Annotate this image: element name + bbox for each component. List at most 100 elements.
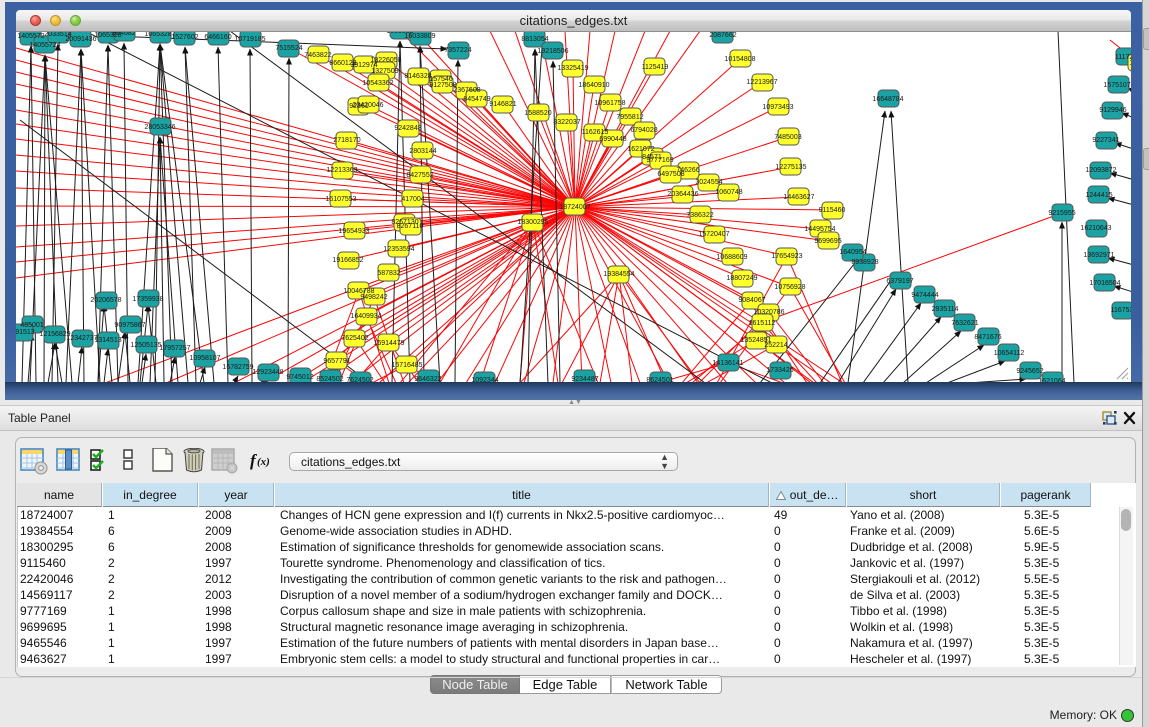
svg-text:1527602: 1527602 — [171, 34, 198, 41]
svg-text:17016504: 17016504 — [1089, 280, 1120, 287]
svg-text:587832: 587832 — [377, 270, 400, 277]
svg-text:10688609: 10688609 — [716, 254, 747, 261]
svg-text:9699695: 9699695 — [814, 238, 841, 245]
svg-text:1621072: 1621072 — [627, 146, 654, 153]
svg-text:9215955: 9215955 — [1048, 210, 1075, 217]
svg-text:13692971: 13692971 — [1083, 252, 1114, 259]
svg-text:19166852: 19166852 — [332, 257, 363, 264]
svg-text:15716485: 15716485 — [391, 362, 422, 369]
svg-text:10719185: 10719185 — [234, 36, 265, 43]
svg-text:8427552: 8427552 — [406, 172, 433, 179]
svg-text:18300295: 18300295 — [517, 219, 548, 226]
svg-text:13226058: 13226058 — [370, 57, 401, 64]
svg-text:13325419: 13325419 — [557, 65, 588, 72]
svg-text:7632621: 7632621 — [951, 320, 978, 327]
svg-text:10756928: 10756928 — [774, 284, 805, 291]
svg-text:20206578: 20206578 — [90, 297, 121, 304]
svg-text:14136141: 14136141 — [712, 360, 743, 367]
svg-text:9234487: 9234487 — [571, 376, 598, 382]
svg-text:8524502: 8524502 — [316, 376, 343, 382]
svg-text:7386322: 7386322 — [686, 212, 713, 219]
svg-text:1092344: 1092344 — [471, 377, 498, 382]
svg-text:12353594: 12353594 — [383, 246, 414, 253]
svg-text:12275135: 12275135 — [775, 164, 806, 171]
svg-text:16033809: 16033809 — [404, 33, 435, 40]
svg-text:1162615: 1162615 — [582, 129, 609, 136]
svg-text:9115460: 9115460 — [819, 207, 846, 214]
svg-text:10961758: 10961758 — [594, 100, 625, 107]
svg-text:12213363: 12213363 — [326, 167, 357, 174]
svg-text:14055724: 14055724 — [29, 42, 60, 49]
svg-text:19654933: 19654933 — [338, 228, 369, 235]
svg-text:6466160: 6466160 — [204, 34, 231, 41]
svg-text:1314513: 1314513 — [94, 337, 121, 344]
svg-text:391513: 391513 — [16, 329, 35, 336]
svg-text:10543362: 10543362 — [362, 80, 393, 87]
svg-text:8471676: 8471676 — [974, 334, 1001, 341]
svg-text:6794028: 6794028 — [630, 127, 657, 134]
svg-text:16107553: 16107553 — [325, 196, 356, 203]
svg-text:2087662: 2087662 — [709, 32, 736, 39]
svg-text:7485003: 7485003 — [774, 134, 801, 141]
svg-text:15751074: 15751074 — [1103, 82, 1131, 89]
svg-text:7515524: 7515524 — [275, 45, 302, 52]
svg-text:8146328: 8146328 — [404, 73, 431, 80]
svg-text:9657791: 9657791 — [323, 358, 350, 365]
svg-text:1125419: 1125419 — [642, 64, 669, 71]
svg-text:16782759: 16782759 — [222, 364, 253, 371]
svg-text:14495754: 14495754 — [804, 226, 835, 233]
svg-text:16409934: 16409934 — [350, 313, 381, 320]
svg-text:8322037: 8322037 — [553, 119, 580, 126]
svg-text:116753: 116753 — [1111, 307, 1131, 314]
svg-text:16914479: 16914479 — [373, 340, 404, 347]
svg-text:10973493: 10973493 — [762, 104, 793, 111]
svg-text:18640910: 18640910 — [578, 82, 609, 89]
svg-text:14463627: 14463627 — [783, 194, 814, 201]
svg-text:9646322: 9646322 — [414, 376, 441, 382]
svg-text:1588520: 1588520 — [524, 110, 551, 117]
svg-text:28053346: 28053346 — [144, 124, 175, 131]
svg-text:964682: 964682 — [112, 32, 135, 37]
svg-text:12342737: 12342737 — [66, 335, 97, 342]
svg-text:8813054: 8813054 — [521, 36, 548, 43]
svg-text:2718170: 2718170 — [333, 137, 360, 144]
svg-text:17359938: 17359938 — [132, 296, 163, 303]
svg-text:7463822: 7463822 — [304, 52, 331, 59]
svg-text:2803144: 2803144 — [409, 148, 436, 155]
svg-text:7625402: 7625402 — [341, 335, 368, 342]
svg-text:9474444: 9474444 — [911, 292, 938, 299]
svg-text:485001: 485001 — [20, 322, 43, 329]
svg-text:6497508: 6497508 — [657, 171, 684, 178]
svg-text:17957257: 17957257 — [159, 345, 190, 352]
svg-text:1640954: 1640954 — [839, 249, 866, 256]
svg-text:1621064: 1621064 — [1038, 378, 1065, 382]
svg-text:3024554: 3024554 — [695, 179, 722, 186]
svg-text:1327509: 1327509 — [371, 68, 398, 75]
svg-text:9227341: 9227341 — [1092, 137, 1119, 144]
svg-text:8267110: 8267110 — [397, 223, 424, 230]
svg-text:9498242: 9498242 — [360, 294, 387, 301]
svg-text:12093872: 12093872 — [1085, 167, 1116, 174]
svg-text:19218506: 19218506 — [537, 48, 568, 55]
svg-text:16210643: 16210643 — [1080, 225, 1111, 232]
svg-text:10154808: 10154808 — [724, 56, 755, 63]
svg-text:8938928: 8938928 — [851, 259, 878, 266]
svg-text:(x): (x) — [257, 456, 270, 468]
svg-text:9129946: 9129946 — [1099, 107, 1126, 114]
svg-text:10958107: 10958107 — [189, 355, 220, 362]
svg-text:1733426: 1733426 — [766, 367, 793, 374]
svg-text:9242848: 9242848 — [394, 125, 421, 132]
svg-text:9245652: 9245652 — [1016, 368, 1043, 375]
svg-text:18807249: 18807249 — [726, 275, 757, 282]
svg-text:2935114: 2935114 — [932, 306, 959, 313]
svg-text:20364436: 20364436 — [667, 191, 698, 198]
svg-text:8454749: 8454749 — [463, 96, 490, 103]
svg-text:18724007: 18724007 — [559, 204, 590, 211]
svg-text:23420046: 23420046 — [352, 102, 383, 109]
svg-text:252214: 252214 — [764, 342, 787, 349]
svg-text:9745012: 9745012 — [286, 374, 313, 381]
svg-text:6379197: 6379197 — [886, 278, 913, 285]
svg-text:15720407: 15720407 — [698, 231, 729, 238]
svg-text:10320786: 10320786 — [753, 309, 784, 316]
svg-text:12505135: 12505135 — [130, 342, 161, 349]
